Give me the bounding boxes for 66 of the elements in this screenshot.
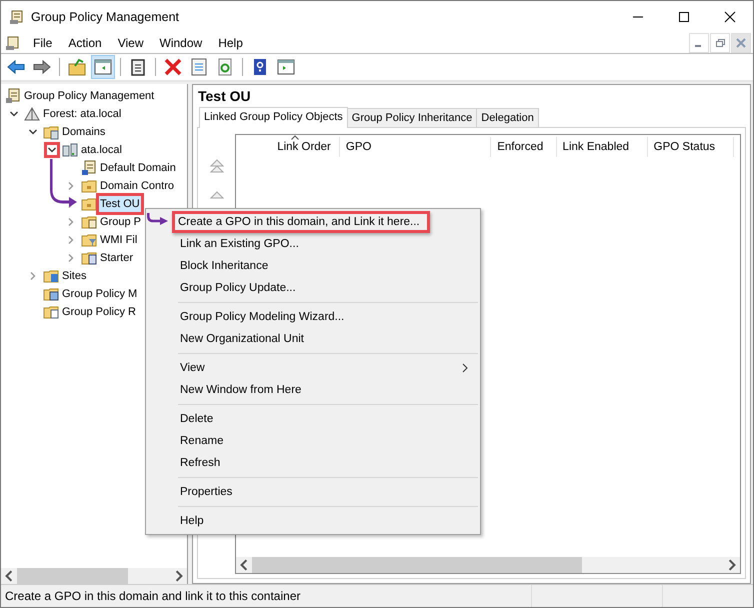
menu-item[interactable]: Window bbox=[152, 36, 210, 50]
minimize-icon[interactable] bbox=[689, 33, 709, 53]
column-header[interactable]: GPO bbox=[340, 137, 492, 157]
folder-icon bbox=[43, 304, 59, 320]
scroll-icon bbox=[81, 160, 97, 176]
tab[interactable]: Delegation bbox=[476, 108, 539, 127]
details-title: Test OU bbox=[197, 87, 252, 106]
horizontal-scrollbar[interactable] bbox=[1, 568, 187, 584]
horizontal-scrollbar[interactable] bbox=[236, 557, 740, 573]
column-header[interactable]: Link Enabled bbox=[556, 137, 648, 157]
status-text: Create a GPO in this domain and link it to this container bbox=[4, 589, 302, 603]
menu-item[interactable]: Group Policy Update... bbox=[148, 277, 478, 299]
console-tree-icon[interactable] bbox=[91, 55, 115, 79]
column-header[interactable]: Link Order bbox=[236, 137, 340, 157]
menu-item[interactable]: Action bbox=[60, 36, 110, 50]
menu-item[interactable]: Rename bbox=[148, 430, 478, 452]
tree-item[interactable]: Default Domain bbox=[99, 160, 177, 176]
tree-item[interactable]: Forest: ata.local bbox=[42, 106, 122, 122]
tree-item[interactable]: Group Policy Management bbox=[23, 88, 156, 104]
restore-icon[interactable] bbox=[710, 33, 730, 53]
menu-item[interactable]: File bbox=[25, 36, 60, 50]
menu-item[interactable]: Link an Existing GPO... bbox=[148, 233, 478, 255]
tree-item[interactable]: Starter bbox=[99, 250, 134, 266]
menu-item[interactable]: Create a GPO in this domain, and Link it here... bbox=[172, 211, 430, 233]
tree-item[interactable]: Group Policy M bbox=[61, 286, 138, 302]
window-title: Group Policy Management bbox=[31, 10, 179, 24]
menu-item[interactable]: Block Inheritance bbox=[148, 255, 478, 277]
sort-caret-icon bbox=[291, 135, 299, 140]
folder-icon bbox=[43, 268, 59, 284]
scroll-icon bbox=[9, 8, 25, 24]
menu-item[interactable]: Help bbox=[148, 510, 478, 532]
column-header[interactable]: Enforced bbox=[491, 137, 557, 157]
scroll-icon[interactable] bbox=[5, 34, 21, 50]
folder-icon bbox=[43, 286, 59, 302]
tab[interactable]: Linked Group Policy Objects bbox=[199, 107, 348, 128]
tree-item[interactable]: Test OU bbox=[96, 193, 144, 215]
scroll-icon bbox=[5, 88, 21, 104]
menu-item[interactable]: New Window from Here bbox=[148, 379, 478, 401]
menu-item[interactable]: Delete bbox=[148, 408, 478, 430]
tree-item[interactable]: WMI Fil bbox=[99, 232, 138, 248]
triangle-icon bbox=[24, 106, 40, 122]
menu-item[interactable]: View bbox=[110, 36, 152, 50]
tree-item[interactable]: Domains bbox=[61, 124, 106, 140]
tree-item[interactable]: Sites bbox=[61, 268, 88, 284]
annotation-arrow bbox=[147, 213, 168, 225]
tree-item[interactable]: Domain Contro bbox=[99, 178, 175, 194]
menu-item[interactable]: Properties bbox=[148, 481, 478, 503]
tree-item[interactable]: Group P bbox=[99, 214, 142, 230]
folder-icon bbox=[81, 196, 97, 212]
menu-item[interactable]: Refresh bbox=[148, 452, 478, 474]
server-icon bbox=[62, 142, 78, 158]
folder-icon bbox=[43, 124, 59, 140]
collapse-chevron-icon[interactable] bbox=[44, 142, 60, 158]
tree-item[interactable]: Group Policy R bbox=[61, 304, 137, 320]
tab[interactable]: Group Policy Inheritance bbox=[346, 108, 478, 127]
annotation-arrow bbox=[50, 159, 77, 207]
tree-item[interactable]: ata.local bbox=[80, 142, 123, 158]
folder-icon bbox=[81, 250, 97, 266]
folder-icon bbox=[81, 178, 97, 194]
menu-item[interactable]: Help bbox=[210, 36, 251, 50]
menu-item[interactable]: View bbox=[148, 357, 478, 379]
menu-item[interactable]: Group Policy Modeling Wizard... bbox=[148, 306, 478, 328]
menu-item[interactable]: New Organizational Unit bbox=[148, 328, 478, 350]
folder-icon bbox=[81, 214, 97, 230]
folder-icon bbox=[81, 232, 97, 248]
column-header[interactable]: GPO Status bbox=[648, 137, 734, 157]
